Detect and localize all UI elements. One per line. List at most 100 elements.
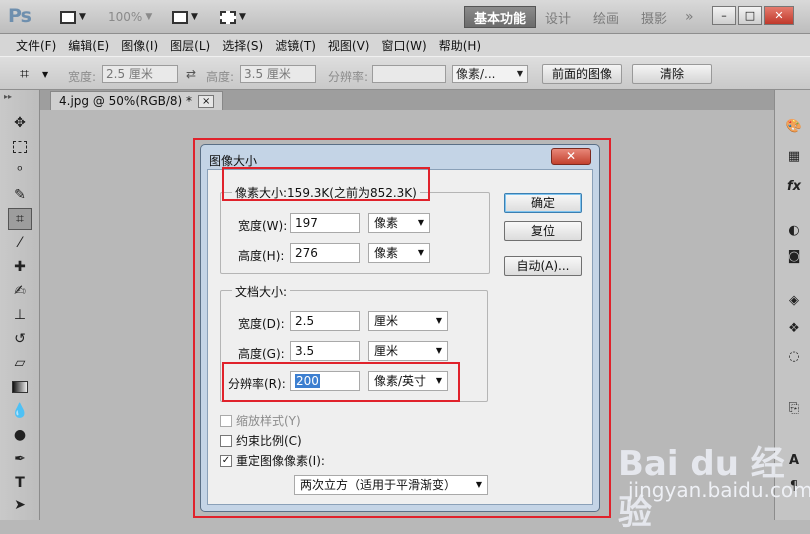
doc-height-unit-select[interactable]: 厘米 ▼: [368, 341, 448, 361]
paths-icon[interactable]: ◌: [783, 346, 805, 366]
bridge-button[interactable]: ▼: [60, 8, 86, 26]
quick-select-tool-icon[interactable]: ✎: [8, 184, 32, 206]
marquee-tool-icon[interactable]: [8, 136, 32, 158]
screen-mode-button[interactable]: ▼: [220, 8, 246, 26]
resolution-unit-select[interactable]: 像素/... ▼: [452, 65, 528, 83]
menu-file[interactable]: 文件(F): [10, 37, 62, 54]
chevron-down-icon[interactable]: ▼: [42, 70, 48, 79]
ok-button[interactable]: 确定: [504, 193, 582, 213]
color-palette-icon[interactable]: 🎨: [783, 116, 805, 136]
menu-help[interactable]: 帮助(H): [433, 37, 487, 54]
document-tab-title: 4.jpg @ 50%(RGB/8) *: [59, 94, 193, 108]
chevron-down-icon: ▼: [417, 218, 424, 227]
baidu-watermark-url: jingyan.baidu.com: [628, 478, 810, 502]
width-label: 宽度:: [68, 70, 97, 84]
workspace-essentials[interactable]: 基本功能: [464, 6, 537, 28]
chevron-down-icon: ▼: [417, 248, 424, 257]
resolution-label: 分辨率:: [328, 70, 369, 84]
resolution-unit-value: 像素/...: [456, 67, 496, 81]
menu-edit[interactable]: 编辑(E): [62, 37, 115, 54]
menu-filter[interactable]: 滤镜(T): [269, 37, 322, 54]
dialog-body: 像素大小:159.3K(之前为852.3K) 宽度(W): 197 像素 ▼ 高度…: [207, 169, 593, 505]
adjustments-icon[interactable]: ◐: [783, 220, 805, 240]
layers-icon[interactable]: ◈: [783, 290, 805, 310]
chevron-down-icon: ▼: [516, 69, 523, 78]
pixel-height-input[interactable]: 276: [290, 243, 360, 263]
arrange-documents-button[interactable]: ▼: [172, 8, 198, 26]
constrain-proportions-label: 约束比例(C): [236, 434, 302, 448]
pixel-height-unit-select[interactable]: 像素 ▼: [368, 243, 430, 263]
dialog-close-button[interactable]: ✕: [551, 148, 591, 165]
move-tool-icon[interactable]: ✥: [8, 112, 32, 134]
highlight-resolution: [222, 362, 460, 402]
auto-button[interactable]: 自动(A)...: [504, 256, 582, 276]
mask-icon[interactable]: ◙: [783, 246, 805, 266]
healing-brush-tool-icon[interactable]: ✚: [8, 256, 32, 278]
chevron-down-icon: ▼: [79, 12, 86, 22]
collapse-icon[interactable]: ▸▸: [4, 92, 12, 101]
doc-height-label: 高度(G):: [238, 347, 285, 361]
menu-image[interactable]: 图像(I): [115, 37, 164, 54]
chevron-down-icon: ▼: [239, 12, 246, 22]
pen-tool-icon[interactable]: ✒: [8, 448, 32, 470]
dodge-tool-icon[interactable]: ●: [8, 424, 32, 446]
stamp-tool-icon[interactable]: ⊥: [8, 304, 32, 326]
screen-icon: [60, 10, 76, 24]
maximize-button[interactable]: □: [738, 6, 762, 25]
height-input[interactable]: 3.5 厘米: [240, 65, 316, 83]
pixel-width-unit-select[interactable]: 像素 ▼: [368, 213, 430, 233]
lasso-tool-icon[interactable]: ᵒ: [8, 160, 32, 182]
constrain-proportions-checkbox[interactable]: [220, 434, 232, 447]
workspace-design[interactable]: 设计: [536, 6, 580, 28]
front-image-button[interactable]: 前面的图像: [542, 64, 622, 84]
brush-tool-icon[interactable]: ✍: [8, 280, 32, 302]
zoom-dropdown[interactable]: 100% ▼: [108, 8, 152, 26]
swap-icon[interactable]: ⇄: [186, 67, 196, 81]
document-size-label: 文档大小:: [232, 283, 291, 300]
constrain-proportions-option[interactable]: 约束比例(C): [220, 432, 302, 449]
doc-height-input[interactable]: 3.5: [290, 341, 360, 361]
document-tab[interactable]: 4.jpg @ 50%(RGB/8) * ×: [50, 91, 224, 110]
document-tab-bar: 4.jpg @ 50%(RGB/8) * ×: [40, 90, 774, 110]
scale-styles-option[interactable]: 缩放样式(Y): [220, 412, 301, 429]
reset-button[interactable]: 复位: [504, 221, 582, 241]
highlight-pixel-size: [222, 167, 430, 201]
path-select-tool-icon[interactable]: ➤: [8, 494, 32, 516]
resample-checkbox[interactable]: ✓: [220, 454, 232, 467]
doc-width-label: 宽度(D):: [238, 317, 285, 331]
close-tab-icon[interactable]: ×: [198, 94, 215, 108]
menu-layer[interactable]: 图层(L): [164, 37, 216, 54]
width-input[interactable]: 2.5 厘米: [102, 65, 178, 83]
resample-method-value: 两次立方（适用于平滑渐变）: [300, 478, 457, 492]
options-bar: ⌗ ▼ 宽度: 2.5 厘米 ⇄ 高度: 3.5 厘米 分辨率: 像素/... ▼…: [0, 56, 810, 90]
blur-tool-icon[interactable]: 💧: [8, 400, 32, 422]
resolution-input[interactable]: [372, 65, 446, 83]
styles-icon[interactable]: fx: [783, 176, 805, 196]
history-brush-tool-icon[interactable]: ↺: [8, 328, 32, 350]
eraser-tool-icon[interactable]: ▱: [8, 352, 32, 374]
menu-view[interactable]: 视图(V): [322, 37, 376, 54]
menu-select[interactable]: 选择(S): [216, 37, 269, 54]
resample-option[interactable]: ✓ 重定图像像素(I):: [220, 452, 325, 469]
crop-tool-preset-icon[interactable]: ⌗: [20, 64, 29, 84]
scale-styles-checkbox[interactable]: [220, 414, 232, 427]
doc-width-unit-select[interactable]: 厘米 ▼: [368, 311, 448, 331]
clear-button[interactable]: 清除: [632, 64, 712, 84]
gradient-tool-icon[interactable]: [8, 376, 32, 398]
close-button[interactable]: ✕: [764, 6, 794, 25]
swatches-icon[interactable]: ▦: [783, 146, 805, 166]
type-tool-icon[interactable]: T: [8, 472, 32, 494]
history-icon[interactable]: ⎘: [783, 398, 805, 418]
workspace-painting[interactable]: 绘画: [584, 6, 628, 28]
more-workspaces-icon[interactable]: »: [676, 6, 703, 28]
menu-window[interactable]: 窗口(W): [375, 37, 432, 54]
crop-tool-icon[interactable]: ⌗: [8, 208, 32, 230]
eyedropper-tool-icon[interactable]: ⁄: [8, 232, 32, 254]
channels-icon[interactable]: ❖: [783, 318, 805, 338]
pixel-width-input[interactable]: 197: [290, 213, 360, 233]
resample-method-select[interactable]: 两次立方（适用于平滑渐变） ▼: [294, 475, 488, 495]
workspace-photography[interactable]: 摄影: [632, 6, 676, 28]
minimize-button[interactable]: –: [712, 6, 736, 25]
chevron-down-icon: ▼: [435, 346, 442, 355]
doc-width-input[interactable]: 2.5: [290, 311, 360, 331]
